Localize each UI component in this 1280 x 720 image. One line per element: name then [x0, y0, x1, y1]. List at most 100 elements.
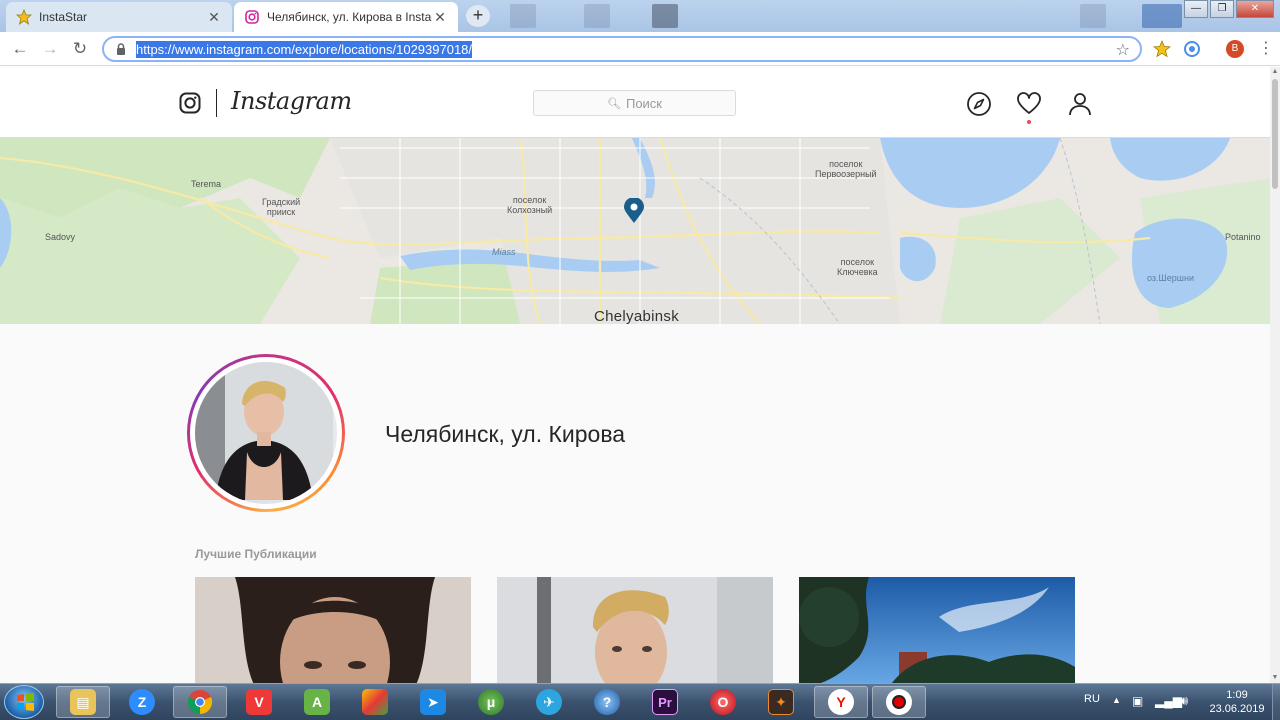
search-placeholder: Поиск [625, 95, 662, 111]
post-image-man [497, 577, 773, 683]
taskbar-recorder[interactable] [872, 686, 926, 718]
map-label: поселок Ключевка [837, 257, 878, 277]
taskbar-zoom[interactable]: Z [115, 686, 169, 718]
location-map[interactable]: Terema Градский прииск Sadovy поселок Ко… [0, 138, 1270, 324]
taskbar-files[interactable] [348, 686, 402, 718]
map-label-line: прииск [266, 207, 296, 217]
map-label-line: Колхозный [507, 205, 553, 215]
tab-title: Челябинск, ул. Кирова в Instagr [267, 10, 432, 24]
system-clock[interactable]: 1:09 23.06.2019 [1205, 688, 1269, 716]
zoom-icon: Z [129, 689, 155, 715]
menu-kebab-icon[interactable]: ⋮ [1258, 40, 1274, 58]
taskbar-yandex[interactable]: Y [814, 686, 868, 718]
taskbar-help[interactable]: ? [580, 686, 634, 718]
star-favicon-icon [16, 9, 32, 25]
page-scrollbar[interactable]: ▲ ▼ [1270, 67, 1280, 683]
instastar-extension-icon[interactable] [1153, 40, 1171, 58]
tab-close-icon[interactable]: ✕ [432, 9, 448, 26]
window-controls: — ❐ ✕ [1184, 0, 1274, 18]
taskbar-camtasia[interactable]: ✦ [754, 686, 808, 718]
taskbar-adguard[interactable]: A [290, 686, 344, 718]
vivaldi-icon: V [246, 689, 272, 715]
tab-title: InstaStar [39, 10, 88, 24]
map-tiles [0, 138, 1270, 324]
map-label: Sadovy [45, 232, 76, 242]
start-button[interactable] [4, 685, 44, 719]
taskbar-chrome[interactable] [173, 686, 227, 718]
map-label: Градский прииск [262, 197, 300, 217]
explore-compass-icon[interactable] [966, 91, 992, 117]
location-avatar[interactable] [187, 354, 345, 512]
taskbar-vivaldi[interactable]: V [232, 686, 286, 718]
new-tab-button[interactable]: + [466, 5, 490, 27]
post-thumbnail[interactable] [497, 577, 773, 683]
network-icon[interactable]: ▂▄▆ [1155, 694, 1182, 708]
map-label-line: поселок [840, 257, 875, 267]
desktop-blur [584, 4, 610, 28]
activity-heart-icon[interactable] [1016, 91, 1042, 117]
map-label-line: поселок [829, 159, 863, 169]
taskbar-teamviewer[interactable]: ➤ [406, 686, 460, 718]
tray-expand-icon[interactable]: ▲ [1112, 695, 1121, 705]
browser-toolbar: ← → ↻ https://www.instagram.com/explore/… [0, 32, 1280, 66]
avatar-border [190, 357, 342, 509]
bookmark-star-icon[interactable]: ☆ [1116, 40, 1130, 60]
desktop-blur [1142, 4, 1182, 28]
forward-icon[interactable]: → [39, 38, 61, 60]
map-label: Potanino [1225, 232, 1261, 242]
taskbar-premiere[interactable]: Pr [638, 686, 692, 718]
tab-instastar[interactable]: InstaStar ✕ [6, 2, 232, 32]
scrollbar-thumb[interactable] [1272, 79, 1278, 189]
post-thumbnail[interactable] [195, 577, 471, 683]
taskbar-utorrent[interactable]: μ [464, 686, 518, 718]
instagram-header: Instagram 🔍︎ Поиск [0, 67, 1270, 138]
utorrent-icon: μ [478, 689, 504, 715]
taskbar-telegram[interactable]: ✈ [522, 686, 576, 718]
top-posts-heading: Лучшие Публикации [195, 547, 317, 561]
avatar-portrait-image [195, 362, 333, 500]
map-label: поселок Колхозный [507, 195, 552, 215]
volume-icon[interactable]: 🔊︎ [1180, 693, 1188, 709]
telegram-icon: ✈ [536, 689, 562, 715]
yandex-icon: Y [828, 689, 854, 715]
extension-circle-icon[interactable] [1183, 40, 1201, 58]
close-window-icon[interactable]: ✕ [1236, 0, 1274, 18]
show-desktop-button[interactable] [1272, 684, 1280, 720]
desktop-blur [1080, 4, 1106, 28]
profile-avatar[interactable]: B [1226, 40, 1244, 58]
search-input[interactable]: 🔍︎ Поиск [533, 90, 736, 116]
map-label-river: Miass [492, 247, 516, 257]
address-bar[interactable]: https://www.instagram.com/explore/locati… [102, 36, 1142, 62]
post-thumbnail[interactable] [799, 577, 1075, 683]
map-label-line: Градский [262, 197, 301, 207]
taskbar-opera[interactable]: O [696, 686, 750, 718]
map-label-line: поселок [512, 195, 547, 205]
help-icon: ? [594, 689, 620, 715]
lock-icon [117, 43, 125, 55]
minimize-icon[interactable]: — [1184, 0, 1208, 18]
back-icon[interactable]: ← [9, 38, 31, 60]
instagram-favicon-icon [244, 9, 260, 25]
page-content: Instagram 🔍︎ Поиск Terema Градский приис… [0, 67, 1270, 683]
location-title: Челябинск, ул. Кирова [385, 421, 626, 447]
scroll-down-icon[interactable]: ▼ [1270, 673, 1280, 683]
restore-icon[interactable]: ❐ [1210, 0, 1234, 18]
clock-time: 1:09 [1226, 689, 1248, 701]
language-indicator[interactable]: RU [1084, 693, 1100, 705]
scroll-up-icon[interactable]: ▲ [1270, 67, 1280, 77]
map-city-label: Chelyabinsk [594, 308, 680, 324]
teamviewer-icon: ➤ [420, 689, 446, 715]
opera-icon: O [710, 689, 736, 715]
tray-device-icon[interactable]: ▣ [1132, 694, 1143, 708]
tab-close-icon[interactable]: ✕ [206, 9, 222, 26]
windows-taskbar: ▤ Z V A ➤ μ ✈ ? Pr O ✦ Y RU ▲ ▣ ▂▄▆ 🔊︎ 1… [0, 683, 1280, 720]
instagram-wordmark[interactable]: Instagram [231, 87, 352, 115]
taskbar-explorer[interactable]: ▤ [56, 686, 110, 718]
logo-divider [216, 89, 217, 117]
url-text[interactable]: https://www.instagram.com/explore/locati… [136, 40, 473, 58]
reload-icon[interactable]: ↻ [69, 38, 91, 60]
profile-user-icon[interactable] [1067, 91, 1093, 117]
instagram-glyph-icon[interactable] [179, 92, 201, 114]
tab-instagram-location[interactable]: Челябинск, ул. Кирова в Instagr ✕ [234, 2, 458, 32]
map-pin-icon[interactable] [623, 198, 645, 224]
